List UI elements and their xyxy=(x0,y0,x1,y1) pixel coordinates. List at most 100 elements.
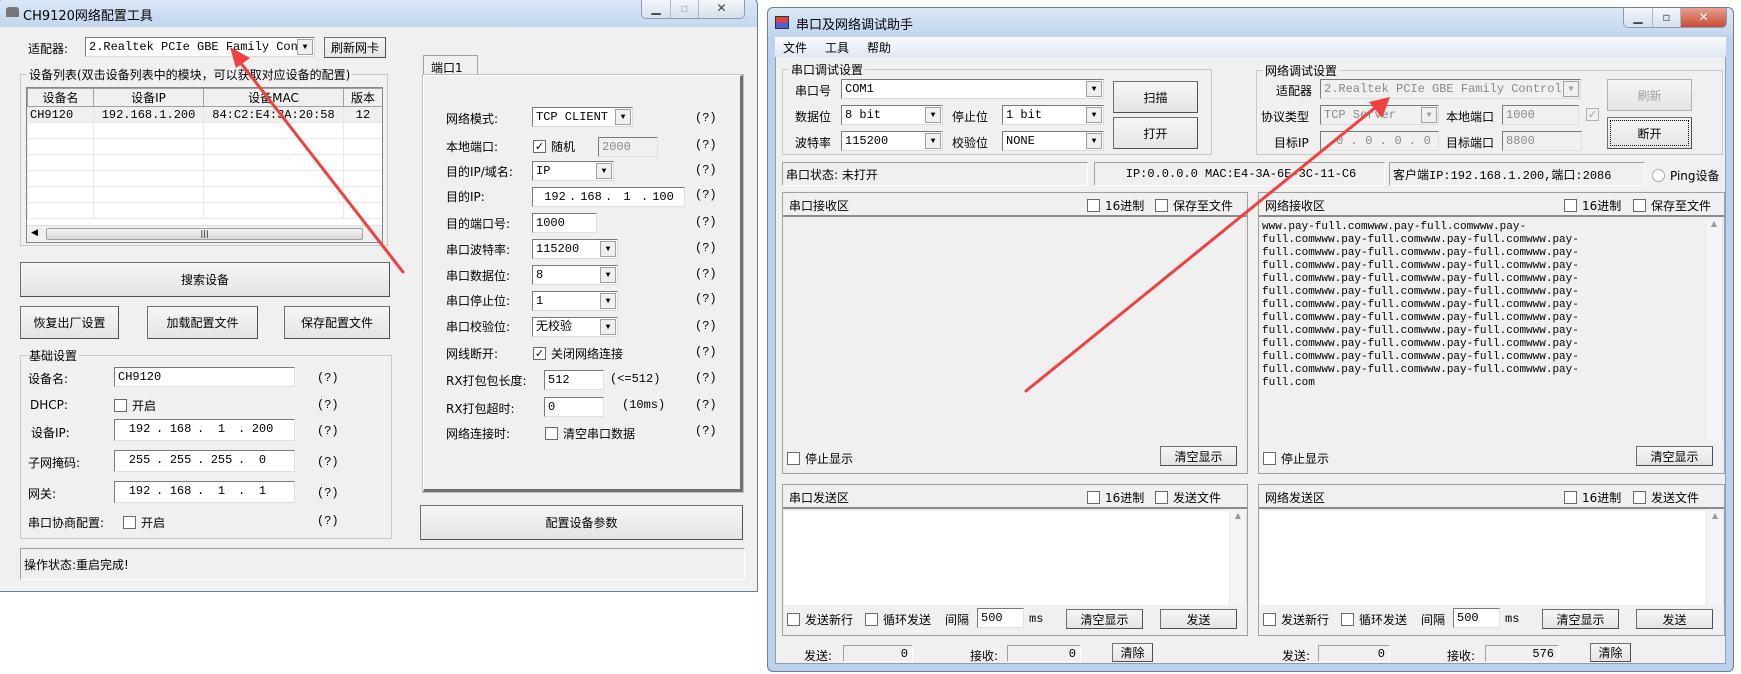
serial-send-button[interactable]: 发送 xyxy=(1160,609,1237,629)
device-ip-input[interactable]: 192. 168. 1. 200 xyxy=(114,419,295,441)
maximize-button[interactable]: ▫ xyxy=(670,0,698,18)
help-net-mode[interactable]: (?) xyxy=(695,111,717,125)
serial-send-textarea[interactable]: ▲ xyxy=(784,511,1247,605)
serial-newline-checkbox[interactable]: 发送新行 xyxy=(787,611,853,628)
disconnect-button[interactable]: 断开 xyxy=(1607,117,1692,149)
net-counter-clear-button[interactable]: 清除 xyxy=(1590,643,1631,662)
serial-receive-textarea[interactable] xyxy=(784,219,1246,441)
help-device-name[interactable]: (?) xyxy=(317,371,339,385)
column-header-name[interactable]: 设备名 xyxy=(27,88,94,107)
column-header-ip[interactable]: 设备IP xyxy=(93,88,204,107)
clear-serial-checkbox[interactable]: 清空串口数据 xyxy=(545,425,635,442)
vertical-scrollbar[interactable]: ▲ xyxy=(1229,511,1246,605)
help-serial-negotiation[interactable]: (?) xyxy=(317,514,339,528)
local-port-checkbox[interactable]: ✓ xyxy=(1586,108,1599,121)
net-mode-select[interactable]: TCP CLIENT ▼ xyxy=(532,107,633,127)
column-header-version[interactable]: 版本 xyxy=(343,88,382,107)
net-tx-file-checkbox[interactable]: 发送文件 xyxy=(1633,489,1699,506)
target-port-input[interactable]: 8800 xyxy=(1502,131,1582,151)
net-tx-hex-checkbox[interactable]: 16进制 xyxy=(1564,489,1621,506)
stop-bits-select[interactable]: 1 ▼ xyxy=(532,291,618,311)
help-baud[interactable]: (?) xyxy=(695,241,717,255)
serial-data-bits-select[interactable]: 8 bit ▼ xyxy=(841,105,943,125)
column-header-mac[interactable]: 设备MAC xyxy=(203,88,344,107)
menu-file[interactable]: 文件 xyxy=(783,39,807,55)
net-rx-clear-button[interactable]: 清空显示 xyxy=(1636,446,1713,466)
parity-select[interactable]: 无校验 ▼ xyxy=(532,317,618,337)
gateway-input[interactable]: 192. 168. 1. 1 xyxy=(114,481,295,503)
device-name-input[interactable]: CH9120 xyxy=(114,367,295,387)
subnet-input[interactable]: 255. 255. 255. 0 xyxy=(114,450,295,472)
protocol-select[interactable]: TCP Server ▼ xyxy=(1320,105,1439,125)
help-on-connect[interactable]: (?) xyxy=(695,424,717,438)
net-loop-checkbox[interactable]: 循环发送 xyxy=(1341,611,1407,628)
open-button[interactable]: 打开 xyxy=(1113,117,1198,149)
scan-button[interactable]: 扫描 xyxy=(1113,81,1198,113)
minimize-button[interactable]: ▁ xyxy=(642,0,670,18)
load-config-button[interactable]: 加载配置文件 xyxy=(147,306,258,339)
serial-tx-hex-checkbox[interactable]: 16进制 xyxy=(1087,489,1144,506)
serial-parity-select[interactable]: NONE ▼ xyxy=(1002,131,1104,151)
scroll-left-icon[interactable]: ◀ xyxy=(31,228,38,238)
net-rx-hex-checkbox[interactable]: 16进制 xyxy=(1564,197,1621,214)
refresh-nic-button[interactable]: 刷新网卡 xyxy=(324,37,386,58)
help-gateway[interactable]: (?) xyxy=(317,486,339,500)
net-stop-display-checkbox[interactable]: 停止显示 xyxy=(1263,450,1329,467)
help-rx-timeout[interactable]: (?) xyxy=(695,398,717,412)
net-adapter-select[interactable]: 2.Realtek PCIe GBE Family Controll ▼ xyxy=(1320,79,1581,99)
device-table[interactable]: 设备名 设备IP 设备MAC 版本 CH9120 192.168.1.200 8… xyxy=(26,87,383,243)
local-port-input[interactable]: 2000 xyxy=(598,137,658,157)
serial-counter-clear-button[interactable]: 清除 xyxy=(1112,643,1153,662)
help-stop-bits[interactable]: (?) xyxy=(695,292,717,306)
net-interval-input[interactable]: 500 xyxy=(1453,608,1500,628)
baud-select[interactable]: 115200 ▼ xyxy=(532,239,618,259)
configure-device-button[interactable]: 配置设备参数 xyxy=(420,505,743,540)
close-connection-checkbox[interactable]: ✓ 关闭网络连接 xyxy=(533,345,623,362)
data-bits-select[interactable]: 8 ▼ xyxy=(532,265,618,285)
scroll-thumb[interactable]: ||| xyxy=(46,228,363,240)
help-subnet[interactable]: (?) xyxy=(317,455,339,469)
help-dest-port[interactable]: (?) xyxy=(695,215,717,229)
serial-rx-hex-checkbox[interactable]: 16进制 xyxy=(1087,197,1144,214)
serial-rx-save-checkbox[interactable]: 保存至文件 xyxy=(1155,197,1233,214)
adapter-select[interactable]: 2.Realtek PCIe GBE Family Cont: ▼ xyxy=(85,37,315,57)
vertical-scrollbar[interactable]: ▲ xyxy=(1705,219,1722,441)
net-local-port-input[interactable]: 1000 xyxy=(1502,105,1579,125)
dest-ip-input[interactable]: 192. 168. 1. 100 xyxy=(532,187,685,207)
maximize-button[interactable]: ▫ xyxy=(1652,8,1680,27)
dest-port-input[interactable]: 1000 xyxy=(532,213,597,233)
help-device-ip[interactable]: (?) xyxy=(317,424,339,438)
help-dhcp[interactable]: (?) xyxy=(317,398,339,412)
serial-loop-checkbox[interactable]: 循环发送 xyxy=(865,611,931,628)
horizontal-scrollbar[interactable]: ◀ ||| xyxy=(27,225,382,242)
help-rx-len[interactable]: (?) xyxy=(695,371,717,385)
serial-rx-clear-button[interactable]: 清空显示 xyxy=(1160,446,1237,466)
save-config-button[interactable]: 保存配置文件 xyxy=(284,306,390,339)
help-dest-ip[interactable]: (?) xyxy=(695,188,717,202)
random-port-checkbox[interactable]: ✓ 随机 xyxy=(533,138,575,155)
target-ip-input[interactable]: 0.0.0.0 xyxy=(1320,131,1439,151)
menu-tools[interactable]: 工具 xyxy=(825,39,849,55)
net-send-button[interactable]: 发送 xyxy=(1636,609,1713,629)
help-dest-type[interactable]: (?) xyxy=(695,163,717,177)
rx-len-input[interactable]: 512 xyxy=(544,370,604,390)
net-rx-save-checkbox[interactable]: 保存至文件 xyxy=(1633,197,1711,214)
net-tx-clear-button[interactable]: 清空显示 xyxy=(1542,609,1619,629)
serial-port-select[interactable]: COM1 ▼ xyxy=(841,79,1104,99)
serial-negotiation-checkbox[interactable]: 开启 xyxy=(123,514,165,531)
ping-device-radio[interactable]: Ping设备 xyxy=(1652,167,1720,184)
help-data-bits[interactable]: (?) xyxy=(695,267,717,281)
network-receive-textarea[interactable]: www.pay-full.comwww.pay-full.comwww.pay-… xyxy=(1260,219,1723,441)
refresh-button[interactable]: 刷新 xyxy=(1607,79,1692,111)
vertical-scrollbar[interactable]: ▲ xyxy=(1706,511,1723,605)
serial-tx-clear-button[interactable]: 清空显示 xyxy=(1066,609,1143,629)
factory-reset-button[interactable]: 恢复出厂设置 xyxy=(20,306,119,339)
serial-stop-display-checkbox[interactable]: 停止显示 xyxy=(787,450,853,467)
serial-baud-select[interactable]: 115200 ▼ xyxy=(841,131,943,151)
serial-stop-bits-select[interactable]: 1 bit ▼ xyxy=(1002,105,1104,125)
dest-type-select[interactable]: IP ▼ xyxy=(532,161,614,181)
close-button[interactable]: ✕ xyxy=(698,0,744,18)
help-parity[interactable]: (?) xyxy=(695,319,717,333)
dhcp-checkbox[interactable]: 开启 xyxy=(114,397,156,414)
rx-timeout-input[interactable]: 0 xyxy=(544,397,604,417)
